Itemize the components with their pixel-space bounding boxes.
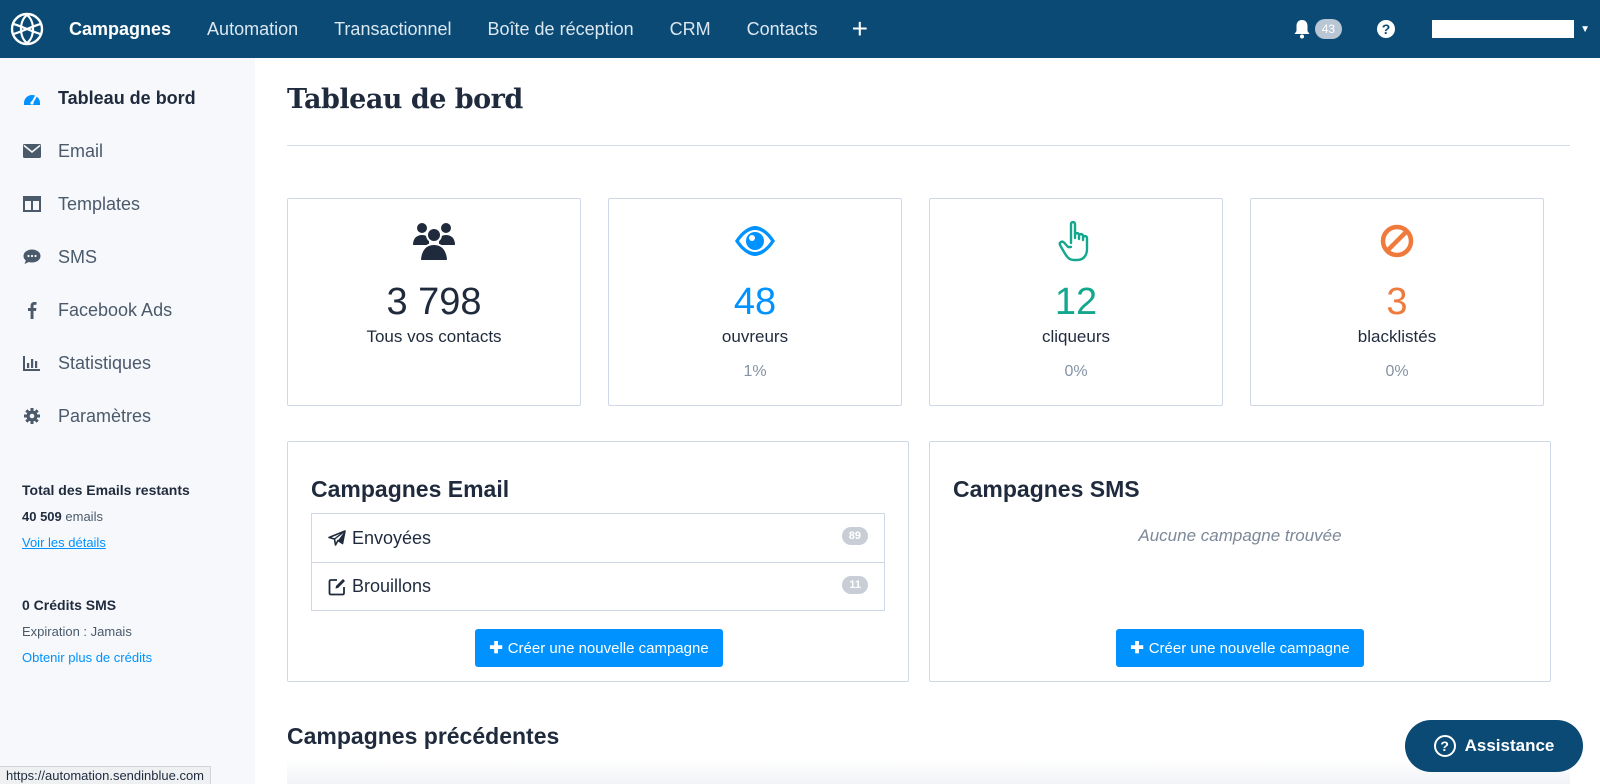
sms-campaigns-title: Campagnes SMS [953,476,1140,502]
emails-count-value: 40 509 [22,509,62,524]
sendinblue-logo-icon[interactable] [9,11,45,47]
previous-campaigns-fade [287,758,1570,784]
emails-remaining-count: 40 509 emails [22,509,103,524]
stat-percentage: 1% [743,363,767,380]
list-item-label: Envoyées [352,527,432,548]
list-item-label: Brouillons [352,576,432,596]
nav-contacts[interactable]: Contacts [747,19,818,40]
voir-les-details-link[interactable]: Voir les détails [22,535,106,550]
create-email-campaign-button[interactable]: ✚ Créer une nouvelle campagne [475,629,723,667]
stat-value: 3 798 [386,281,482,323]
plus-icon: ✚ [489,640,503,657]
sidebar-item-facebook-ads[interactable]: Facebook Ads [22,297,172,323]
dashboard-icon [22,88,42,108]
paper-plane-icon [328,528,348,548]
assistance-label: Assistance [1464,736,1555,755]
stat-percentage: 0% [1064,363,1088,380]
sidebar-item-email[interactable]: Email [22,138,103,164]
email-campaigns-title: Campagnes Email [311,476,510,502]
email-campaigns-list: Envoyées 89 Brouillons 11 [311,513,885,611]
nav-crm[interactable]: CRM [670,19,711,40]
stat-value: 12 [1054,281,1098,323]
stat-value: 3 [1386,281,1408,323]
count-badge: 89 [841,527,868,545]
stat-card-cliqueurs[interactable]: 12 cliqueurs 0% [929,198,1223,406]
ban-icon [1251,219,1543,263]
create-sms-campaign-button[interactable]: ✚ Créer une nouvelle campagne [1116,629,1364,667]
list-item-envoyees[interactable]: Envoyées 89 [312,514,884,562]
count-badge: 11 [842,576,868,594]
sidebar-item-label: Facebook Ads [58,299,173,320]
sidebar-item-statistiques[interactable]: Statistiques [22,350,151,376]
sidebar-item-parametres[interactable]: Paramètres [22,403,151,429]
main-content: Tableau de bord 3 798 Tous vos contacts … [255,58,1600,784]
nav-campagnes[interactable]: Campagnes [69,19,171,40]
stat-label: cliqueurs [1041,327,1111,346]
bell-icon[interactable] [1293,19,1311,39]
sidebar-item-label: Tableau de bord [58,87,196,108]
top-right-tools: 43 ? ▼ [1293,0,1600,58]
stat-card-contacts[interactable]: 3 798 Tous vos contacts [287,198,581,406]
sidebar: Tableau de bord Email Templates SMS Face… [0,58,255,784]
plus-icon: ✚ [1130,640,1144,657]
nav-automation[interactable]: Automation [207,19,298,40]
nav-transactionnel[interactable]: Transactionnel [334,19,451,40]
sidebar-item-tableau-de-bord[interactable]: Tableau de bord [22,85,196,111]
sms-credits-title: 0 Crédits SMS [22,597,117,613]
gear-icon [22,406,42,426]
pointer-hand-icon [930,219,1222,263]
bar-chart-icon [22,353,42,373]
svg-text:?: ? [1382,21,1391,37]
button-label: Créer une nouvelle campagne [507,639,709,657]
sidebar-item-label: SMS [58,246,98,267]
stat-label: ouvreurs [721,327,789,346]
eye-icon [609,219,901,263]
account-dropdown-caret-icon[interactable]: ▼ [1580,24,1590,35]
question-circle-icon: ? [1433,735,1456,757]
users-icon [288,219,580,263]
sidebar-item-label: Templates [58,193,141,214]
stat-card-blacklistes[interactable]: 3 blacklistés 0% [1250,198,1544,406]
add-app-plus-icon[interactable]: + [852,15,868,43]
browser-status-url: https://automation.sendinblue.com [0,766,212,784]
help-icon[interactable]: ? [1376,19,1396,39]
sidebar-item-sms[interactable]: SMS [22,244,97,270]
nav-boite-de-reception[interactable]: Boîte de réception [488,19,634,40]
title-divider [287,145,1570,146]
stat-label: Tous vos contacts [366,327,502,346]
stat-label: blacklistés [1357,327,1437,346]
page-title: Tableau de bord [287,84,523,115]
emails-count-unit: emails [65,509,103,524]
chat-icon [22,247,42,267]
sidebar-item-templates[interactable]: Templates [22,191,140,217]
facebook-icon [22,300,42,320]
top-navigation-bar: Campagnes Automation Transactionnel Boît… [0,0,1600,58]
assistance-button[interactable]: ? Assistance [1405,720,1583,772]
list-item-brouillons[interactable]: Brouillons 11 [312,562,884,610]
main-nav: Campagnes Automation Transactionnel Boît… [69,0,868,58]
email-campaigns-card: Campagnes Email Envoyées 89 Brouillons 1… [287,441,909,682]
previous-campaigns-title: Campagnes précédentes [287,723,560,749]
envelope-icon [22,141,42,161]
empty-state-message: Aucune campagne trouvée [1138,526,1342,545]
sidebar-item-label: Paramètres [58,405,152,426]
emails-remaining-title: Total des Emails restants [22,482,190,498]
template-icon [22,194,42,214]
sms-expiration: Expiration : Jamais [22,624,132,639]
edit-icon [328,577,348,597]
button-label: Créer une nouvelle campagne [1148,639,1350,657]
sms-campaigns-card: Campagnes SMS Aucune campagne trouvée ✚ … [929,441,1551,682]
sidebar-item-label: Statistiques [58,352,152,373]
notifications-badge: 43 [1314,19,1343,39]
stat-percentage: 0% [1385,363,1409,380]
account-name-box[interactable] [1432,20,1575,38]
sidebar-item-label: Email [58,140,104,161]
stat-card-ouvreurs[interactable]: 48 ouvreurs 1% [608,198,902,406]
obtenir-credits-link[interactable]: Obtenir plus de crédits [22,650,152,665]
stat-value: 48 [733,281,777,323]
